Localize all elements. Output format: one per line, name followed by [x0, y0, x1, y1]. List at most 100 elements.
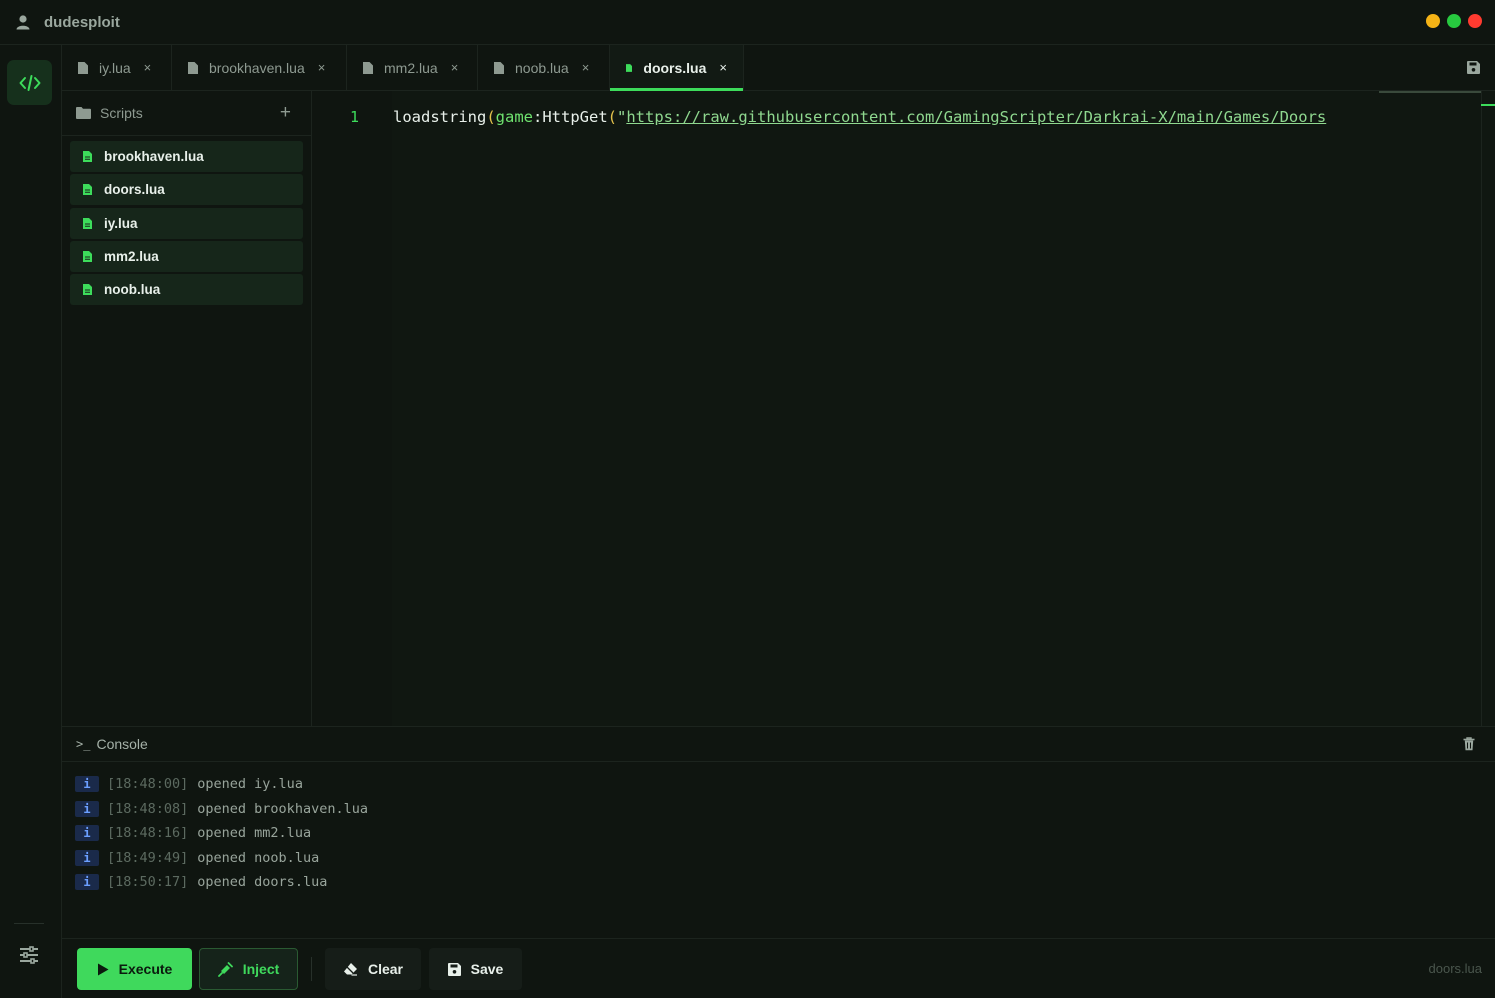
token-method: :HttpGet — [533, 108, 608, 126]
tab-noob[interactable]: noob.lua × — [478, 45, 610, 90]
tab-bar: iy.lua × brookhaven.lua × mm2.lua × noob… — [62, 45, 1495, 91]
log-time: [18:48:16] — [107, 825, 189, 842]
token-url[interactable]: https://raw.githubusercontent.com/Gaming… — [626, 108, 1326, 126]
tab-label: noob.lua — [515, 59, 569, 76]
log-line: i [18:50:17] opened doors.lua — [62, 870, 1495, 895]
log-time: [18:48:08] — [107, 800, 189, 817]
file-icon — [83, 217, 92, 229]
action-bar: Execute Inject Clear Save doors.lua — [62, 938, 1495, 998]
log-message: opened brookhaven.lua — [197, 800, 368, 817]
script-item-brookhaven[interactable]: brookhaven.lua — [70, 141, 303, 172]
file-icon — [626, 63, 633, 72]
line-number: 1 — [350, 108, 360, 126]
info-badge: i — [75, 825, 99, 842]
log-line: i [18:49:49] opened noob.lua — [62, 846, 1495, 871]
file-icon — [363, 61, 373, 74]
file-icon — [83, 151, 92, 162]
close-icon[interactable]: × — [451, 60, 459, 75]
inject-label: Inject — [242, 961, 280, 977]
script-label: noob.lua — [104, 282, 161, 298]
tab-label: doors.lua — [643, 59, 707, 76]
inject-button[interactable]: Inject — [199, 948, 298, 990]
current-file-label: doors.lua — [1428, 961, 1482, 976]
log-message: opened doors.lua — [197, 874, 328, 891]
close-icon[interactable]: × — [582, 60, 590, 75]
code-icon — [19, 74, 40, 91]
info-badge: i — [75, 849, 99, 866]
log-message: opened mm2.lua — [197, 825, 312, 842]
add-script-button[interactable]: + — [280, 102, 291, 124]
tab-label: brookhaven.lua — [209, 59, 305, 76]
scripts-panel: Scripts + brookhaven.lua doors.lua iy.lu… — [62, 91, 312, 726]
console-output[interactable]: i [18:48:00] opened iy.lua i [18:48:08] … — [62, 762, 1495, 938]
console-header: >_ Console — [62, 726, 1495, 762]
script-label: iy.lua — [104, 215, 138, 231]
maximize-button[interactable] — [1447, 14, 1461, 28]
info-badge: i — [75, 800, 99, 817]
scrollbar-marker — [1481, 104, 1495, 106]
file-icon — [188, 61, 198, 74]
script-label: brookhaven.lua — [104, 149, 204, 164]
script-list: brookhaven.lua doors.lua iy.lua mm2.lua … — [62, 136, 311, 306]
log-time: [18:48:00] — [107, 776, 189, 793]
code-line[interactable]: loadstring(game:HttpGet("https://raw.git… — [393, 108, 1326, 126]
editor-view-button[interactable] — [7, 60, 52, 105]
tab-brookhaven[interactable]: brookhaven.lua × — [172, 45, 347, 90]
clear-button[interactable]: Clear — [325, 948, 421, 990]
log-line: i [18:48:16] opened mm2.lua — [62, 821, 1495, 846]
eraser-icon — [343, 963, 357, 976]
close-icon[interactable]: × — [318, 60, 326, 75]
tab-doors[interactable]: doors.lua × — [610, 45, 744, 91]
scripts-title: Scripts — [100, 105, 143, 121]
script-item-mm2[interactable]: mm2.lua — [70, 240, 303, 272]
close-icon[interactable]: × — [719, 60, 727, 75]
log-message: opened noob.lua — [197, 849, 320, 866]
file-icon — [83, 284, 92, 296]
script-item-iy[interactable]: iy.lua — [70, 207, 303, 239]
script-label: doors.lua — [104, 182, 165, 198]
tab-iy[interactable]: iy.lua × — [62, 45, 172, 90]
minimap[interactable] — [1379, 91, 1481, 93]
user-icon[interactable] — [15, 14, 31, 30]
minimize-button[interactable] — [1426, 14, 1440, 28]
info-badge: i — [75, 776, 99, 793]
action-separator — [311, 957, 312, 981]
save-button[interactable]: Save — [429, 948, 522, 990]
script-item-noob[interactable]: noob.lua — [70, 274, 303, 306]
tab-label: iy.lua — [99, 59, 131, 76]
sliders-icon[interactable] — [19, 945, 39, 965]
close-button[interactable] — [1468, 14, 1482, 28]
floppy-icon[interactable] — [1467, 61, 1480, 74]
log-time: [18:49:49] — [107, 849, 189, 866]
script-item-doors[interactable]: doors.lua — [70, 174, 303, 206]
save-label: Save — [470, 961, 504, 977]
token-function: loadstring — [393, 108, 487, 126]
title-bar: dudesploit — [0, 0, 1495, 45]
app-title: dudesploit — [44, 13, 120, 31]
folder-icon — [76, 107, 91, 119]
editor-scrollbar[interactable] — [1481, 91, 1495, 726]
file-icon — [83, 184, 92, 196]
scripts-header: Scripts + — [62, 91, 311, 136]
file-icon — [83, 250, 92, 262]
execute-button[interactable]: Execute — [77, 948, 192, 990]
info-badge: i — [75, 874, 99, 891]
floppy-icon — [447, 962, 461, 976]
file-icon — [78, 61, 88, 74]
tab-label: mm2.lua — [384, 59, 438, 76]
syringe-icon — [217, 961, 233, 977]
line-gutter — [312, 91, 392, 726]
terminal-icon: >_ — [76, 737, 91, 751]
clear-label: Clear — [367, 961, 404, 977]
window-controls — [1426, 14, 1482, 28]
script-label: mm2.lua — [104, 248, 159, 264]
file-icon — [494, 61, 504, 74]
token-quote: " — [617, 108, 627, 126]
rail-divider — [14, 923, 44, 924]
console-title: Console — [96, 736, 148, 752]
close-icon[interactable]: × — [144, 60, 152, 75]
trash-icon[interactable] — [1463, 737, 1475, 751]
code-editor[interactable]: 1 loadstring(game:HttpGet("https://raw.g… — [312, 91, 1495, 726]
tab-mm2[interactable]: mm2.lua × — [347, 45, 478, 90]
token-object: game — [495, 108, 533, 126]
